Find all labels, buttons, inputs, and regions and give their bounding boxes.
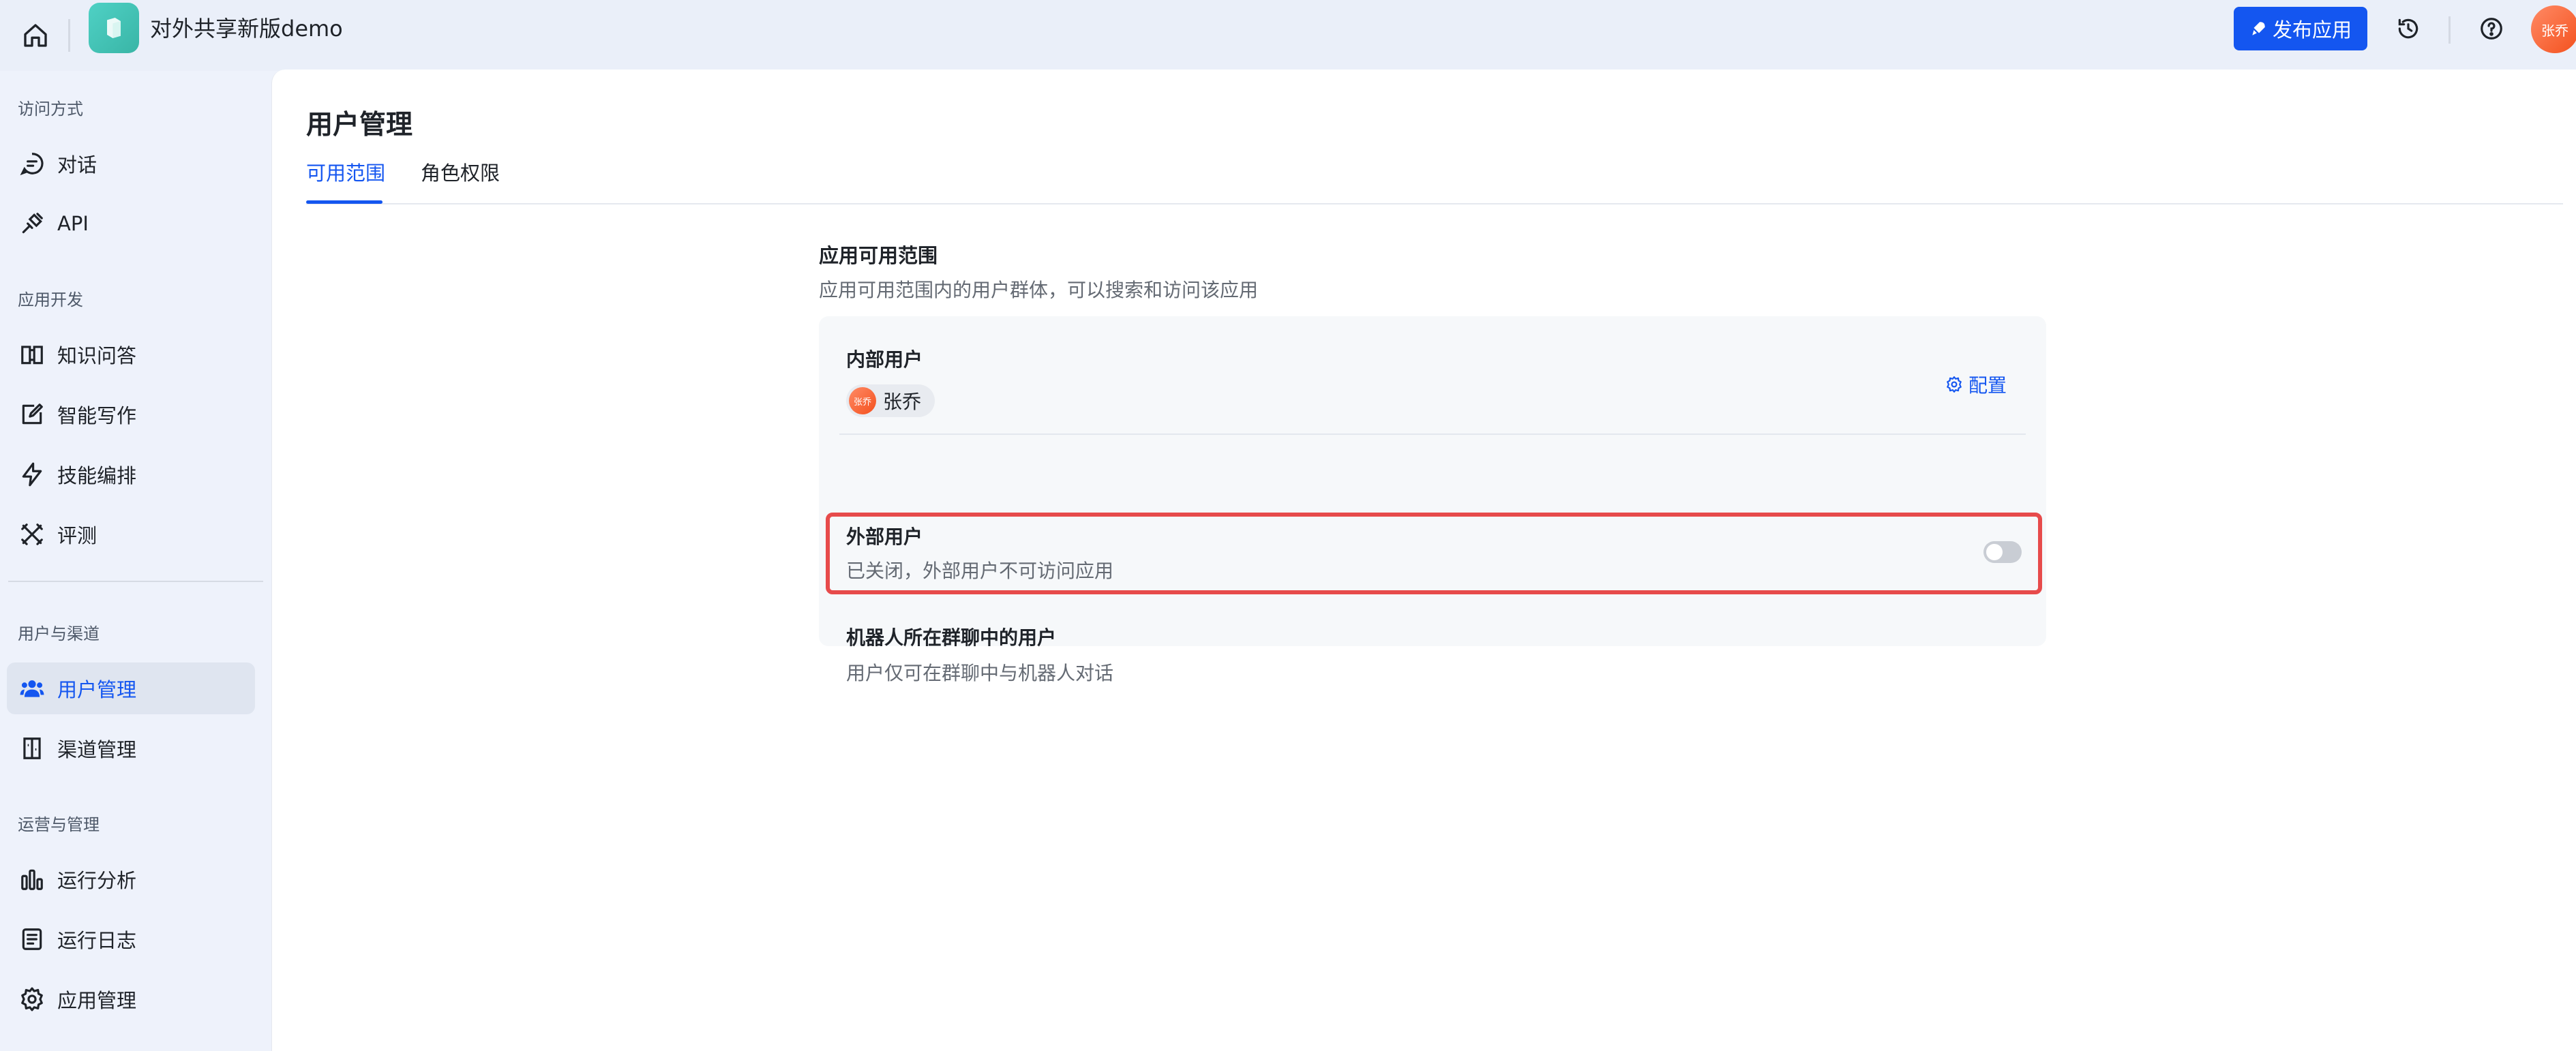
sidebar-item-label: 评测 [57, 524, 98, 547]
users-icon [16, 673, 48, 704]
row-divider [839, 433, 2026, 435]
section-title-ops: 运营与管理 [18, 815, 100, 834]
history-button[interactable] [2386, 7, 2430, 50]
sidebar-item-label: 运行分析 [57, 869, 137, 892]
write-icon [16, 399, 48, 430]
external-users-toggle[interactable] [1983, 541, 2022, 563]
robot-users-description: 用户仅可在群聊中与机器人对话 [846, 662, 1114, 684]
help-button[interactable] [2470, 7, 2513, 50]
sidebar-item-label: 知识问答 [57, 344, 137, 367]
help-icon [2481, 18, 2502, 40]
page-title: 用户管理 [306, 110, 413, 140]
tools-icon [16, 519, 48, 550]
tab-role-permissions[interactable]: 角色权限 [421, 158, 500, 188]
chart-icon [16, 864, 48, 895]
toggle-knob [1986, 544, 2003, 560]
settings-icon [1947, 376, 1962, 393]
header-divider-2 [2448, 16, 2451, 44]
header-divider [68, 19, 70, 52]
sidebar-item-label: 运行日志 [57, 929, 137, 952]
user-avatar[interactable]: 张乔 [2531, 5, 2576, 53]
section-title-access: 访问方式 [18, 100, 83, 119]
sidebar-item-chat[interactable]: 对话 [7, 138, 255, 189]
sidebar-divider [8, 581, 263, 582]
sidebar-item-evaluation[interactable]: 评测 [7, 508, 255, 560]
sidebar-item-label: 智能写作 [57, 404, 137, 427]
app-logo [89, 3, 139, 53]
sidebar-item-label: 渠道管理 [57, 738, 137, 761]
chip-avatar: 张乔 [849, 387, 876, 414]
user-chip: 张乔 张乔 [846, 384, 935, 417]
publish-label: 发布应用 [2272, 18, 2352, 42]
scope-description: 应用可用范围内的用户群体，可以搜索和访问该应用 [819, 279, 1259, 301]
tab-active-indicator [306, 200, 383, 204]
external-users-title: 外部用户 [846, 526, 923, 548]
sidebar-item-app-management[interactable]: 应用管理 [7, 973, 255, 1025]
sidebar-item-label: 应用管理 [57, 989, 137, 1012]
sidebar-item-label: 用户管理 [57, 678, 137, 701]
sidebar-item-label: 技能编排 [57, 464, 137, 487]
sidebar-item-channel-management[interactable]: 渠道管理 [7, 722, 255, 774]
user-chip-name: 张乔 [883, 391, 922, 413]
section-title-users: 用户与渠道 [18, 624, 100, 643]
history-icon [2398, 18, 2418, 39]
config-button[interactable]: 配置 [1945, 371, 2007, 398]
scope-panel: 内部用户 张乔 张乔 配置 外部用户 已关闭，外部用户不可访问应用 机器人所在群… [819, 316, 2046, 684]
log-icon [16, 924, 48, 955]
sidebar-item-api[interactable]: API [7, 198, 255, 249]
rocket-icon [2252, 22, 2265, 35]
home-icon [24, 24, 47, 47]
sidebar-item-knowledge-qa[interactable]: 知识问答 [7, 329, 255, 380]
sidebar-item-user-management[interactable]: 用户管理 [7, 662, 255, 714]
config-label: 配置 [1968, 374, 2007, 397]
sidebar-item-run-analysis[interactable]: 运行分析 [7, 853, 255, 905]
gear-icon [16, 984, 48, 1015]
robot-users-title: 机器人所在群聊中的用户 [846, 626, 1057, 649]
api-icon [16, 208, 48, 239]
tab-available-scope[interactable]: 可用范围 [306, 158, 385, 188]
external-users-description: 已关闭，外部用户不可访问应用 [846, 560, 1114, 582]
sidebar-item-skill-orchestration[interactable]: 技能编排 [7, 448, 255, 500]
publish-button[interactable]: 发布应用 [2234, 7, 2367, 50]
lightning-icon [16, 459, 48, 490]
tab-bar-divider [306, 203, 2563, 204]
top-header: 对外共享新版demo 发布应用 张乔 [0, 0, 2576, 71]
sidebar: 访问方式 对话 API 应用开发 知识问答 智能写作 技能编排 评测 用户与渠道… [0, 71, 271, 1048]
sidebar-item-smart-writing[interactable]: 智能写作 [7, 389, 255, 440]
scope-title: 应用可用范围 [819, 244, 938, 267]
book-icon [16, 339, 48, 370]
main-content: 用户管理 可用范围 角色权限 应用可用范围 应用可用范围内的用户群体，可以搜索和… [271, 70, 2576, 1051]
section-title-dev: 应用开发 [18, 290, 83, 309]
sidebar-item-label: 对话 [57, 153, 98, 177]
app-logo-icon [107, 18, 121, 38]
home-button[interactable] [14, 14, 57, 57]
sidebar-item-label: API [57, 212, 89, 235]
channel-icon [16, 733, 48, 764]
chat-icon [16, 148, 48, 179]
app-title: 对外共享新版demo [150, 16, 343, 42]
internal-users-title: 内部用户 [846, 348, 923, 371]
sidebar-item-run-log[interactable]: 运行日志 [7, 913, 255, 965]
